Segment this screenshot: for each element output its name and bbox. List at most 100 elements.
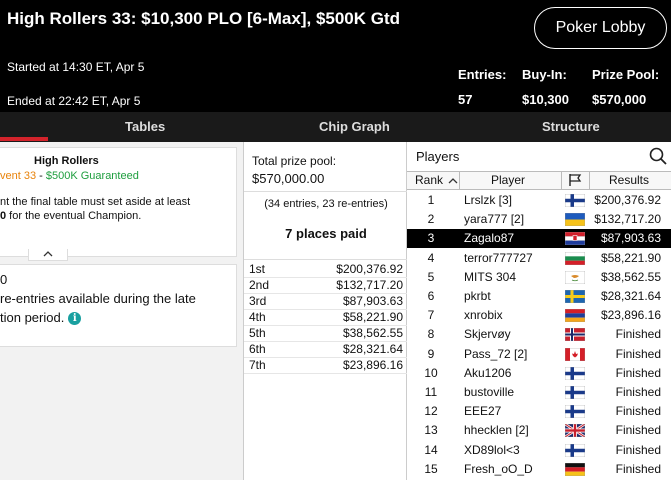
player-name: Aku1206 [464, 365, 512, 380]
divider [244, 191, 408, 192]
player-rank: 2 [427, 212, 435, 227]
event-series-title: High Rollers [34, 155, 99, 167]
player-rank: 7 [427, 308, 435, 323]
bulgaria-flag-icon [565, 251, 585, 265]
croatia-flag-icon [565, 232, 585, 246]
prize-row: 1st $200,376.92 [244, 261, 408, 277]
table-row-selected[interactable]: 3 Zagalo87 $87,903.63 [407, 229, 671, 249]
divider [244, 259, 408, 260]
player-result: $200,376.92 [594, 193, 661, 207]
norway-flag-icon [565, 328, 585, 342]
player-name: bustoville [464, 385, 515, 399]
reentry-line3-text: tion period. [0, 310, 65, 325]
column-flag[interactable] [567, 173, 583, 190]
table-row[interactable]: 2 yara777 [2] $132,717.20 [407, 210, 671, 229]
table-row[interactable]: 10 Aku1206 Finished [407, 364, 671, 383]
table-row[interactable]: 13 hhecklen [2] Finished [407, 421, 671, 440]
player-name: MITS 304 [464, 269, 517, 284]
column-player[interactable]: Player [491, 172, 525, 189]
column-separator [561, 172, 562, 189]
players-table-header: Rank Player Results [407, 171, 671, 190]
tab-structure[interactable]: Structure [542, 112, 600, 142]
prize-amount: $87,903.63 [342, 294, 403, 308]
prize-amount: $38,562.55 [342, 326, 403, 340]
player-result: $58,221.90 [600, 250, 661, 265]
table-row[interactable]: 14 XD89lol<3 Finished [407, 441, 671, 460]
table-row[interactable]: 5 MITS 304 $38,562.55 [407, 268, 671, 287]
table-row[interactable]: 15 Fresh_oO_D Finished [407, 460, 671, 479]
info-icon[interactable]: i [68, 312, 82, 326]
column-separator [589, 172, 590, 189]
prize-panel: Total prize pool: $570,000.00 (34 entrie… [243, 142, 408, 480]
column-separator [459, 172, 460, 189]
column-rank[interactable]: Rank [415, 172, 458, 189]
prize-place: 7th [249, 358, 266, 372]
prize-place: 3rd [249, 294, 267, 308]
table-row[interactable]: 7 xnrobix $23,896.16 [407, 306, 671, 325]
player-name: Skjervøy [464, 327, 511, 342]
player-name: pkrbt [464, 289, 491, 303]
total-prize-value: $570,000.00 [252, 171, 325, 186]
table-row[interactable]: 8 Skjervøy Finished [407, 325, 671, 344]
table-row[interactable]: 1 Lrslzk [3] $200,376.92 [407, 191, 671, 210]
player-name: yara777 [2] [464, 212, 525, 227]
event-info-card: High Rollers vent 33 - $500K Guaranteed … [0, 147, 237, 257]
buyin-label: Buy-In: [522, 67, 567, 82]
player-rank: 9 [427, 346, 435, 361]
tournament-title: High Rollers 33: $10,300 PLO [6-Max], $5… [7, 9, 401, 28]
player-name: EEE27 [464, 404, 502, 419]
row-divider [244, 373, 408, 374]
players-title: Players [416, 149, 460, 164]
prize-amount: $23,896.16 [342, 358, 403, 372]
finland-flag-icon [565, 366, 585, 380]
table-row[interactable]: 12 EEE27 Finished [407, 402, 671, 421]
table-row[interactable]: 9 Pass_72 [2] Finished [407, 345, 671, 364]
prize-amount: $28,321.64 [342, 342, 403, 356]
column-results[interactable]: Results [609, 172, 649, 189]
total-prize-label: Total prize pool: [252, 154, 337, 168]
canada-flag-icon [565, 347, 585, 361]
event-subtitle: vent 33 - $500K Guaranteed [0, 170, 139, 182]
reentry-line3: tion period. i [0, 310, 82, 326]
player-rank: 8 [427, 327, 435, 342]
player-name: Zagalo87 [464, 231, 515, 246]
player-name: XD89lol<3 [464, 442, 520, 457]
table-row[interactable]: 11 bustoville Finished [407, 383, 671, 402]
player-result: Finished [615, 461, 661, 476]
finland-flag-icon [565, 443, 585, 457]
prize-row: 4th $58,221.90 [244, 309, 408, 325]
active-tab-indicator [0, 137, 48, 141]
player-result: $38,562.55 [600, 269, 661, 284]
player-result: Finished [615, 442, 661, 457]
player-result: Finished [615, 365, 661, 380]
player-result: $23,896.16 [600, 308, 661, 323]
entries-value: 57 [458, 92, 473, 107]
player-rank: 10 [424, 365, 438, 380]
table-row[interactable]: 4 terror777727 $58,221.90 [407, 249, 671, 268]
player-result: Finished [615, 385, 661, 399]
reentry-line2: re-entries available during the late [0, 291, 196, 306]
player-rank: 6 [427, 289, 435, 303]
poker-lobby-button[interactable]: Poker Lobby [534, 7, 667, 49]
player-result: Finished [615, 423, 661, 438]
table-row[interactable]: 6 pkrbt $28,321.64 [407, 287, 671, 306]
chevron-up-icon [43, 251, 53, 257]
search-icon[interactable] [649, 147, 667, 165]
player-result: $28,321.64 [600, 289, 661, 303]
sweden-flag-icon [565, 290, 585, 303]
uk-flag-icon [565, 424, 585, 438]
prizepool-label: Prize Pool: [592, 67, 660, 82]
collapse-button[interactable] [28, 249, 68, 261]
prize-row: 2nd $132,717.20 [244, 277, 408, 293]
sort-ascending-icon [448, 178, 458, 184]
end-time: Ended at 22:42 ET, Apr 5 [7, 94, 141, 108]
player-name: Fresh_oO_D [464, 461, 533, 476]
tab-tables[interactable]: Tables [125, 112, 165, 142]
event-description-line2: 0 for the eventual Champion. [0, 210, 141, 222]
tab-chip-graph[interactable]: Chip Graph [319, 112, 390, 142]
tournament-info-panel: High Rollers vent 33 - $500K Guaranteed … [0, 142, 243, 480]
event-description-line1: nt the final table must set aside at lea… [0, 196, 191, 208]
flag-icon [569, 174, 582, 186]
player-result: $87,903.63 [600, 231, 661, 246]
players-panel: Players Rank Player Results 1 Lrslzk [3] $… [407, 142, 671, 480]
